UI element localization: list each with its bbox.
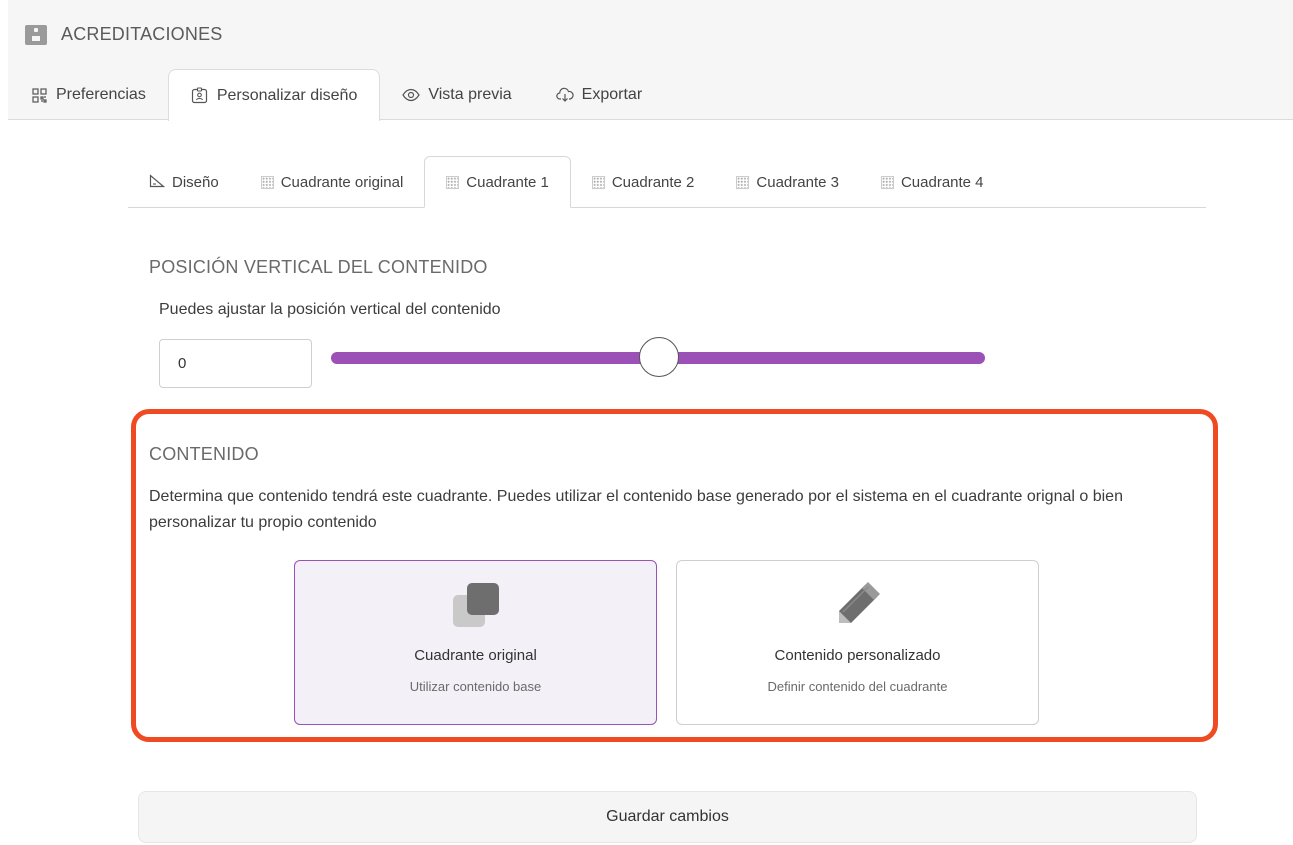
tab-label: Cuadrante 3 bbox=[756, 173, 839, 191]
option-cuadrante-original[interactable]: Cuadrante original Utilizar contenido ba… bbox=[294, 560, 657, 725]
tab-cuadrante-1[interactable]: Cuadrante 1 bbox=[424, 156, 571, 208]
vertical-position-input[interactable] bbox=[159, 339, 312, 388]
tab-label: Diseño bbox=[172, 173, 219, 191]
dot-grid-icon bbox=[591, 175, 605, 189]
tab-cuadrante-2[interactable]: Cuadrante 2 bbox=[571, 157, 716, 207]
dot-grid-icon bbox=[880, 175, 894, 189]
app-title-text: ACREDITACIONES bbox=[61, 24, 223, 44]
tab-label: Cuadrante 2 bbox=[611, 173, 695, 191]
copy-icon bbox=[453, 583, 499, 629]
badge-design-icon bbox=[191, 87, 209, 105]
vertical-position-description: Puedes ajustar la posición vertical del … bbox=[159, 301, 501, 318]
pencil-icon bbox=[835, 581, 881, 627]
option-title: Cuadrante original bbox=[414, 647, 537, 664]
tab-diseno[interactable]: Diseño bbox=[128, 157, 240, 207]
qr-code-icon bbox=[30, 86, 48, 104]
option-subtitle: Utilizar contenido base bbox=[409, 679, 542, 694]
tab-vista-previa[interactable]: Vista previa bbox=[380, 70, 533, 120]
save-button[interactable]: Guardar cambios bbox=[138, 791, 1197, 843]
content-title: CONTENIDO bbox=[149, 444, 259, 464]
top-tabs: Preferencias Personalizar diseño Vista p… bbox=[8, 69, 664, 121]
tab-cuadrante-3[interactable]: Cuadrante 3 bbox=[715, 157, 860, 207]
ruler-icon bbox=[149, 173, 166, 191]
option-title: Contenido personalizado bbox=[774, 647, 941, 664]
vertical-position-slider-thumb[interactable] bbox=[639, 337, 679, 377]
tab-cuadrante-4[interactable]: Cuadrante 4 bbox=[860, 157, 1005, 207]
tab-label: Preferencias bbox=[56, 86, 146, 103]
tab-label: Cuadrante original bbox=[280, 173, 404, 191]
content-description: Determina que contenido tendrá este cuad… bbox=[149, 488, 1123, 531]
tab-label: Vista previa bbox=[428, 86, 512, 103]
dot-grid-icon bbox=[736, 175, 750, 189]
quadrant-tabs: Diseño Cuadrante original Cuadrante 1 Cu… bbox=[128, 156, 1206, 208]
app-title: ACREDITACIONES bbox=[25, 24, 223, 45]
vertical-position-title: POSICIÓN VERTICAL DEL CONTENIDO bbox=[149, 257, 488, 277]
tab-exportar[interactable]: Exportar bbox=[534, 70, 664, 120]
cloud-download-icon bbox=[555, 86, 574, 104]
option-contenido-personalizado[interactable]: Contenido personalizado Definir contenid… bbox=[676, 560, 1039, 725]
tab-cuadrante-original[interactable]: Cuadrante original bbox=[240, 157, 425, 207]
tab-preferencias[interactable]: Preferencias bbox=[8, 70, 168, 120]
tab-personalizar-diseno[interactable]: Personalizar diseño bbox=[167, 69, 381, 121]
tab-label: Cuadrante 4 bbox=[900, 173, 984, 191]
dot-grid-icon bbox=[260, 175, 274, 189]
option-subtitle: Definir contenido del cuadrante bbox=[767, 679, 948, 694]
id-badge-icon bbox=[25, 24, 47, 45]
eye-icon bbox=[402, 86, 421, 104]
tab-label: Personalizar diseño bbox=[216, 86, 358, 104]
tab-label: Exportar bbox=[581, 86, 643, 103]
dot-grid-icon bbox=[446, 175, 460, 189]
tab-label: Cuadrante 1 bbox=[466, 173, 549, 191]
